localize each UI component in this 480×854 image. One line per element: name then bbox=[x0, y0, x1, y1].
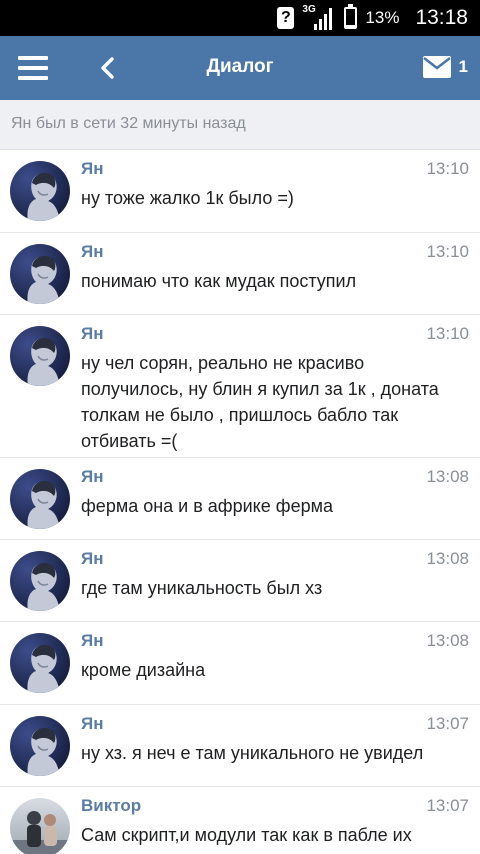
message-author: Ян bbox=[81, 242, 104, 261]
message-text: ну хз. я неч е там уникального не увидел bbox=[81, 743, 424, 763]
avatar[interactable] bbox=[10, 798, 70, 854]
message-author: Ян bbox=[81, 159, 104, 178]
message-time: 13:08 bbox=[426, 631, 469, 650]
avatar[interactable] bbox=[10, 633, 70, 693]
message-text: Сам скрипт,и модули так как в пабле их bbox=[81, 825, 412, 845]
avatar[interactable] bbox=[10, 551, 70, 611]
message-time: 13:10 bbox=[426, 324, 469, 343]
message-text: ну тоже жалко 1к было =) bbox=[81, 188, 294, 208]
page-title: Диалог bbox=[206, 56, 274, 77]
battery-icon bbox=[344, 4, 358, 29]
battery-percent: 13% bbox=[365, 8, 400, 27]
message-item[interactable]: Ян 13:10 понимаю что как мудак поступил bbox=[0, 233, 480, 315]
unread-count: 1 bbox=[458, 57, 468, 76]
message-item[interactable]: Ян 13:07 ну хз. я неч е там уникального не… bbox=[0, 705, 480, 787]
message-author: Ян bbox=[81, 714, 104, 733]
message-text: понимаю что как мудак поступил bbox=[81, 271, 357, 291]
message-list[interactable]: Ян 13:10 ну тоже жалко 1к было =) Ян 13:10 по… bbox=[0, 150, 480, 854]
battery-level bbox=[346, 25, 356, 27]
status-bar: ? 3G 13% 13:18 bbox=[0, 0, 480, 36]
message-author: Ян bbox=[81, 549, 104, 568]
message-time: 13:10 bbox=[426, 242, 469, 261]
avatar[interactable] bbox=[10, 161, 70, 221]
message-text: кроме дизайна bbox=[81, 660, 206, 680]
avatar[interactable] bbox=[10, 326, 70, 386]
online-status-bar: Ян был в сети 32 минуты назад bbox=[0, 100, 480, 150]
avatar[interactable] bbox=[10, 244, 70, 304]
message-item[interactable]: Виктор 13:07 Сам скрипт,и модули так как в… bbox=[0, 787, 480, 854]
message-author: Виктор bbox=[81, 796, 142, 815]
status-icons: ? 3G 13% 13:18 bbox=[277, 0, 468, 36]
clock: 13:18 bbox=[415, 6, 468, 29]
message-time: 13:07 bbox=[426, 714, 469, 733]
messages-button[interactable]: 1 bbox=[422, 56, 468, 78]
signal-icon: 3G bbox=[302, 4, 336, 30]
last-seen-text: Ян был в сети 32 минуты назад bbox=[11, 115, 246, 132]
message-time: 13:08 bbox=[426, 467, 469, 486]
message-time: 13:08 bbox=[426, 549, 469, 568]
message-author: Ян bbox=[81, 467, 104, 486]
message-time: 13:07 bbox=[426, 796, 469, 815]
message-item[interactable]: Ян 13:08 кроме дизайна bbox=[0, 622, 480, 705]
message-item[interactable]: Ян 13:10 ну чел сорян, реально не красиво … bbox=[0, 315, 480, 458]
message-item[interactable]: Ян 13:08 где там уникальность был хз bbox=[0, 540, 480, 622]
message-time: 13:10 bbox=[426, 159, 469, 178]
question-icon: ? bbox=[277, 7, 295, 29]
app-header: Диалог 1 bbox=[0, 36, 480, 100]
avatar[interactable] bbox=[10, 469, 70, 529]
envelope-icon bbox=[422, 56, 451, 78]
avatar[interactable] bbox=[10, 716, 70, 776]
message-text: ну чел сорян, реально не красиво получил… bbox=[81, 353, 439, 451]
message-item[interactable]: Ян 13:08 ферма она и в африке ферма bbox=[0, 458, 480, 540]
message-item[interactable]: Ян 13:10 ну тоже жалко 1к было =) bbox=[0, 150, 480, 233]
message-text: ферма она и в африке ферма bbox=[81, 496, 333, 516]
message-text: где там уникальность был хз bbox=[81, 578, 323, 598]
message-author: Ян bbox=[81, 631, 104, 650]
message-author: Ян bbox=[81, 324, 104, 343]
